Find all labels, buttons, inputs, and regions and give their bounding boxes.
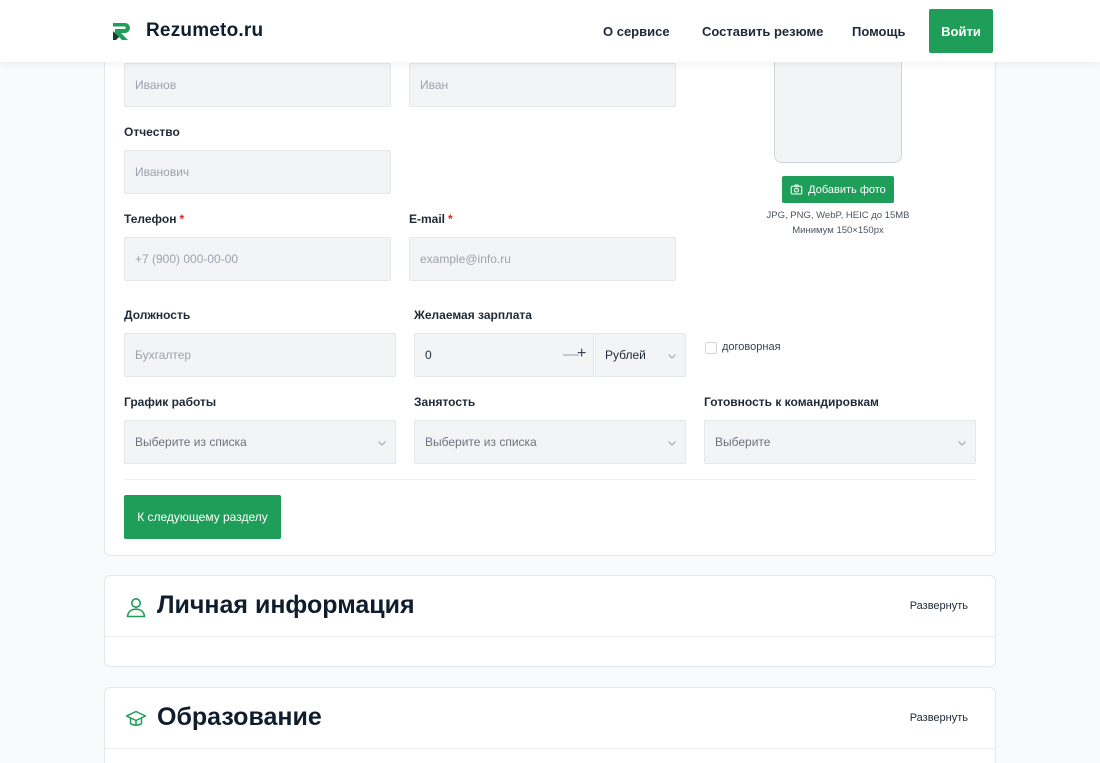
expand-toggle[interactable]: Развернуть [910,600,968,612]
logo-icon [113,23,130,40]
position-input[interactable]: Бухгалтер [124,333,396,377]
chevron-down-icon [958,441,966,446]
required-mark: * [448,212,453,226]
employment-label: Занятость [414,395,476,409]
schedule-value: Выберите из списка [135,435,247,449]
last-name-input[interactable]: Иванов [124,63,391,107]
first-name-input[interactable]: Иван [409,63,676,107]
logo-text: Rezumeto.ru [146,20,264,41]
camera-icon [790,184,803,195]
salary-value: 0 [425,348,432,362]
email-input[interactable]: example@info.ru [409,237,676,281]
schedule-select[interactable]: Выберите из списка [124,420,396,464]
photo-size-hint: Минимум 150×150px [792,225,884,236]
travel-value: Выберите [715,435,771,449]
section-personal-info[interactable]: Личная информация Развернуть [104,575,996,667]
travel-select[interactable]: Выберите [704,420,976,464]
expand-toggle[interactable]: Развернуть [910,712,968,724]
travel-label: Готовность к командировкам [704,395,879,409]
middle-name-input[interactable]: Иванович [124,150,391,194]
employment-select[interactable]: Выберите из списка [414,420,686,464]
next-section-button[interactable]: К следующему разделу [124,495,281,539]
login-button[interactable]: Войти [929,9,993,53]
photo-preview[interactable] [774,50,902,163]
employment-value: Выберите из списка [425,435,537,449]
section-divider [105,636,995,637]
chevron-down-icon [668,441,676,446]
currency-select[interactable]: Рублей [595,333,686,377]
phone-input[interactable]: +7 (900) 000-00-00 [124,237,391,281]
salary-label: Желаемая зарплата [414,308,532,322]
chevron-down-icon [668,354,676,359]
site-header: Rezumeto.ru О сервисе Составить резюме П… [0,0,1100,62]
add-photo-label: Добавить фото [808,183,886,196]
nav-about[interactable]: О сервисе [603,24,670,39]
chevron-down-icon [378,441,386,446]
nav-create-resume[interactable]: Составить резюме [702,24,823,39]
section-title: Образование [157,703,322,731]
user-icon [126,598,146,618]
negotiable-checkbox[interactable] [705,342,717,354]
email-label: E-mail * [409,212,453,226]
required-mark: * [179,212,185,226]
section-title: Личная информация [157,591,415,619]
logo[interactable]: Rezumeto.ru [110,19,263,43]
currency-value: Рублей [605,348,646,362]
position-label: Должность [124,308,191,322]
section-education[interactable]: Образование Развернуть [104,687,996,763]
increment-button[interactable]: + [577,345,586,363]
salary-stepper[interactable]: 0 — + [414,333,594,377]
form-divider [124,479,976,480]
section-divider [105,748,995,749]
schedule-label: График работы [124,395,217,409]
nav-help[interactable]: Помощь [852,24,905,39]
phone-label: Телефон * [124,212,185,226]
add-photo-button[interactable]: Добавить фото [782,176,894,203]
graduation-cap-icon [125,710,147,726]
middle-name-label: Отчество [124,125,180,139]
photo-formats-hint: JPG, PNG, WebP, HEIC до 15MB [766,210,910,221]
negotiable-label[interactable]: договорная [722,341,781,353]
